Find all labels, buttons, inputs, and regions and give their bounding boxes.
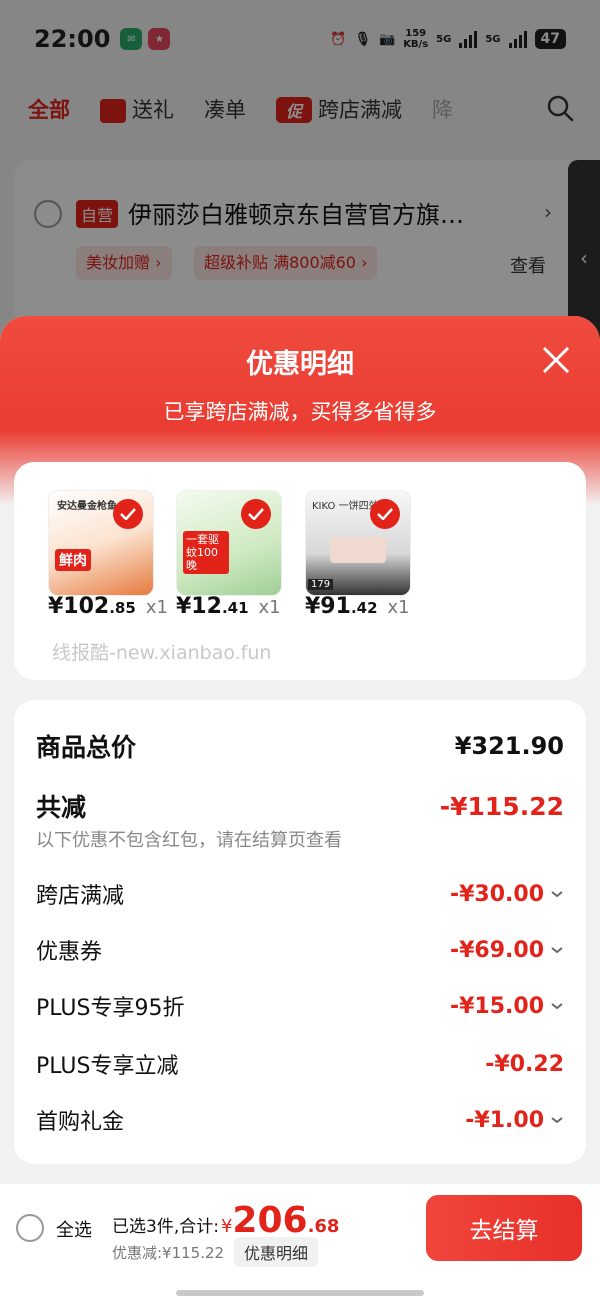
discount-value-group: -¥69.00	[450, 938, 564, 963]
discount-row[interactable]: 首购礼金 -¥1.00	[36, 1104, 564, 1136]
discount-label: 优惠券	[36, 940, 103, 965]
product-quantity: x1	[145, 597, 168, 618]
checked-icon	[370, 499, 400, 529]
price-decimal: .85	[109, 599, 136, 617]
total-decimal: .68	[307, 1216, 340, 1237]
product-price: ¥102.85 x1	[48, 594, 168, 619]
chevron-down-icon	[551, 1003, 563, 1010]
checkout-bar: 全选 已选3件,合计: ¥ 206 .68 优惠减:¥115.22 优惠明细 去…	[0, 1184, 600, 1302]
total-price-label: 商品总价	[36, 733, 137, 762]
powder-compact-graphic	[330, 537, 386, 563]
close-icon[interactable]	[542, 346, 570, 374]
discount-label: PLUS专享立减	[36, 1054, 179, 1079]
chevron-down-icon	[551, 1117, 563, 1124]
discount-value-group: -¥30.00	[450, 882, 564, 907]
watermark-text: 线报酷-new.xianbao.fun	[52, 642, 272, 664]
price-integer: ¥91	[305, 594, 351, 619]
discount-label: PLUS专享95折	[36, 996, 185, 1021]
product-item[interactable]: KIKO 一饼四效 179	[305, 490, 413, 596]
selected-products-card: 安达曼金枪鱼 鲜肉 一套驱蚊100晚 KIKO 一饼四效 179 ¥102.85…	[14, 462, 586, 680]
product-price: ¥91.42 x1	[305, 594, 410, 619]
discount-label: 首购礼金	[36, 1110, 125, 1135]
price-decimal: .41	[221, 599, 249, 617]
price-integer: ¥12	[176, 594, 222, 619]
discount-label: 跨店满减	[36, 884, 125, 909]
checked-icon	[241, 499, 271, 529]
discount-value: -¥30.00	[449, 881, 544, 907]
select-all-label[interactable]: 全选	[56, 1216, 92, 1242]
discount-value-group: -¥0.22	[485, 1052, 564, 1077]
product-image-caption: KIKO 一饼四效	[312, 501, 379, 512]
product-quantity: x1	[258, 597, 281, 618]
discount-detail-sheet: 优惠明细 已享跨店满减，买得多省得多 安达曼金枪鱼 鲜肉 一套驱蚊100晚 KI…	[0, 316, 600, 1302]
checked-icon	[113, 499, 143, 529]
product-image: KIKO 一饼四效 179	[305, 490, 411, 596]
discount-value: -¥1.00	[465, 1107, 544, 1133]
reduction-note: 以下优惠不包含红包，请在结算页查看	[36, 830, 342, 851]
selected-total: 已选3件,合计: ¥ 206 .68	[112, 1200, 339, 1241]
discount-summary-card: 商品总价 ¥321.90 共减 -¥115.22 以下优惠不包含红包，请在结算页…	[14, 700, 586, 1164]
product-item[interactable]: 一套驱蚊100晚	[176, 490, 284, 596]
product-image-caption: 一套驱蚊100晚	[183, 531, 229, 574]
discount-detail-button[interactable]: 优惠明细	[234, 1237, 319, 1267]
discount-row[interactable]: 跨店满减 -¥30.00	[36, 878, 564, 910]
product-image: 一套驱蚊100晚	[176, 490, 282, 596]
sheet-title: 优惠明细	[246, 349, 354, 380]
discount-value-group: -¥15.00	[450, 994, 564, 1019]
chevron-down-icon	[551, 947, 563, 954]
product-quantity: x1	[387, 597, 410, 618]
sheet-subtitle: 已享跨店满减，买得多省得多	[163, 400, 437, 424]
chevron-down-icon	[551, 891, 563, 898]
total-reduction-value: -¥115.22	[439, 791, 564, 821]
total-currency: ¥	[220, 1216, 233, 1237]
total-reduction-label: 共减	[36, 793, 87, 822]
home-indicator[interactable]	[176, 1290, 424, 1296]
discount-value: -¥15.00	[449, 993, 544, 1019]
total-reduction-row: 共减 -¥115.22	[36, 788, 564, 824]
price-decimal: .42	[350, 599, 378, 617]
discount-value: -¥69.00	[449, 937, 544, 963]
product-image: 安达曼金枪鱼 鲜肉	[48, 490, 154, 596]
total-price-value: ¥321.90	[454, 732, 564, 760]
discount-value: -¥0.22	[485, 1051, 564, 1077]
discount-row[interactable]: 优惠券 -¥69.00	[36, 934, 564, 966]
product-image-badge: 鲜肉	[55, 549, 91, 571]
discount-row: PLUS专享立减 -¥0.22	[36, 1048, 564, 1080]
product-image-caption: 安达曼金枪鱼	[57, 501, 117, 512]
selected-count-text: 已选3件,合计:	[112, 1217, 219, 1237]
total-price-row: 商品总价 ¥321.90	[36, 728, 564, 764]
total-integer: 206	[232, 1200, 308, 1241]
discount-row[interactable]: PLUS专享95折 -¥15.00	[36, 990, 564, 1022]
product-item[interactable]: 安达曼金枪鱼 鲜肉	[48, 490, 156, 596]
product-image-badge: 179	[308, 579, 334, 590]
product-price: ¥12.41 x1	[176, 594, 281, 619]
discount-value-group: -¥1.00	[465, 1108, 564, 1133]
savings-text: 优惠减:¥115.22	[112, 1244, 225, 1262]
price-integer: ¥102	[48, 594, 110, 619]
checkout-button[interactable]: 去结算	[426, 1195, 582, 1261]
select-all-checkbox[interactable]	[16, 1214, 44, 1242]
